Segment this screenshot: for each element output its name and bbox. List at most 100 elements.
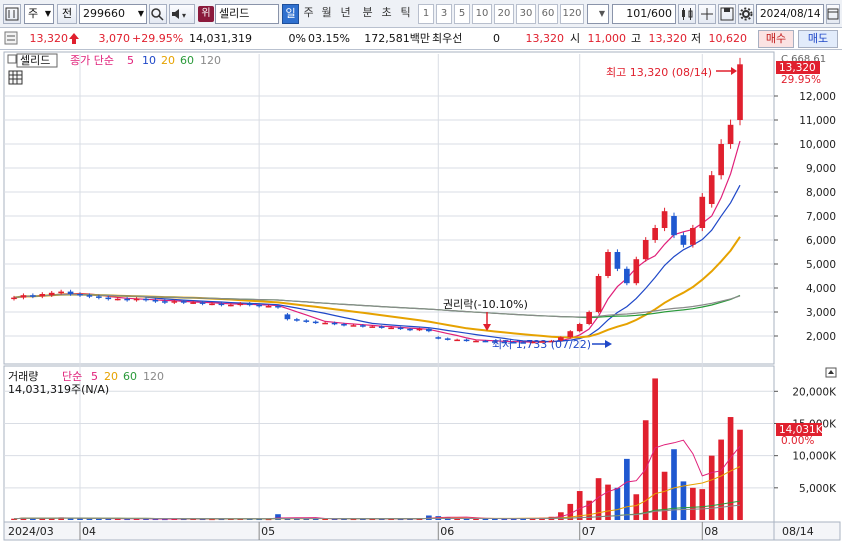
candle-body	[416, 328, 423, 331]
candle-body	[133, 298, 140, 301]
legend-ma60: 60	[180, 54, 194, 67]
settings-icon[interactable]	[4, 31, 22, 47]
low-annotation: 최저 1,733 (07/22)	[492, 338, 591, 351]
candle-icon[interactable]	[678, 4, 696, 24]
save-icon[interactable]	[718, 4, 736, 24]
period-tab-second[interactable]: 초	[378, 4, 395, 24]
period-tab-day[interactable]: 일	[282, 4, 299, 24]
candle-body	[737, 64, 743, 120]
interval-5[interactable]: 5	[454, 4, 470, 24]
candle-body	[341, 324, 347, 326]
interval-custom-select[interactable]: ▼	[587, 4, 609, 24]
code-input[interactable]: 299660 ▼	[79, 4, 147, 24]
volume-legend-head: 단순	[62, 370, 82, 383]
calendar-icon[interactable]	[826, 4, 840, 24]
candle-body	[303, 320, 310, 322]
volume-value-label: 14,031,319주(N/A)	[8, 383, 109, 396]
candle-body	[48, 292, 55, 296]
volume-bar	[86, 518, 93, 520]
volume-bar	[633, 494, 640, 520]
price-tick-label: 10,000	[799, 139, 836, 151]
high-price: 13,320	[648, 32, 688, 45]
candle-body	[567, 331, 574, 338]
sell-button[interactable]: 매도	[798, 30, 838, 48]
candle-body	[190, 302, 196, 304]
candle-body	[58, 291, 64, 294]
warning-badge: 위	[198, 6, 214, 22]
candle-body	[463, 339, 470, 342]
interval-20[interactable]: 20	[494, 4, 514, 24]
price-tick-label: 12,000	[799, 91, 836, 103]
date-field[interactable]: 2024/08/14	[756, 4, 824, 24]
crosshair-icon[interactable]	[698, 4, 716, 24]
panel-close-icon[interactable]	[825, 367, 837, 378]
candle-body	[454, 339, 460, 342]
period-tab-month[interactable]: 월	[318, 4, 335, 24]
candle-body	[114, 298, 121, 301]
period-tab-tick[interactable]: 틱	[397, 4, 414, 24]
gear-icon[interactable]	[738, 4, 754, 24]
legend-ma10: 10	[142, 54, 156, 67]
low-price: 10,620	[708, 32, 748, 45]
candle-body	[360, 325, 366, 327]
period-tab-year[interactable]: 년	[337, 4, 354, 24]
volume-bar	[661, 471, 668, 520]
interval-10[interactable]: 10	[472, 4, 492, 24]
candle-body	[124, 298, 130, 301]
interval-60[interactable]: 60	[538, 4, 558, 24]
change-percent: +29.95%	[132, 32, 184, 45]
candle-body	[633, 259, 640, 284]
volume-panel	[3, 365, 775, 523]
x-tick-label: 2024/03	[8, 525, 54, 538]
sound-icon[interactable]: ▾	[169, 4, 195, 24]
candle-body	[30, 295, 36, 297]
volume-bar	[727, 417, 734, 520]
high-annotation: 최고 13,320 (08/14)	[606, 66, 712, 79]
high-label: 고	[631, 32, 642, 45]
candle-body	[426, 328, 432, 332]
candle-body	[690, 228, 696, 245]
candle-body	[576, 324, 583, 332]
candle-body	[642, 240, 649, 260]
volume-bar	[605, 484, 611, 520]
candle-body	[218, 303, 225, 306]
period-tab-minute[interactable]: 분	[359, 4, 376, 24]
candle-body	[246, 303, 253, 306]
interval-120[interactable]: 120	[560, 4, 584, 24]
period-tab-week[interactable]: 주	[300, 4, 317, 24]
volume-value: 14,031,319	[189, 32, 252, 45]
chart-svg[interactable]: 12,000 11,000 10,000 9,000 8,000 7,000 6,000 5,…	[0, 50, 842, 543]
interval-3[interactable]: 3	[436, 4, 452, 24]
count-field[interactable]: 101/600	[612, 4, 676, 24]
candle-body	[96, 296, 102, 298]
change-amount: 3,070	[98, 32, 131, 45]
jeon-button[interactable]: 전	[57, 4, 77, 24]
open-label: 시	[570, 32, 581, 45]
candle-body	[350, 325, 357, 327]
candle-body	[11, 297, 17, 300]
chart-type-icon[interactable]	[3, 4, 21, 24]
candle-body	[105, 297, 112, 300]
quote-bar: 13,320 3,070 +29.95% 14,031,319 0% 03.15…	[0, 28, 842, 50]
stock-name-field[interactable]: 셀리드	[215, 4, 279, 24]
candle-body	[152, 300, 159, 302]
type-select[interactable]: 주 ▼	[24, 4, 54, 24]
panel-menu-icon[interactable]	[7, 54, 17, 64]
search-icon[interactable]	[149, 4, 167, 24]
interval-30[interactable]: 30	[516, 4, 536, 24]
chart-area[interactable]: 12,000 11,000 10,000 9,000 8,000 7,000 6,000 5,…	[0, 50, 842, 543]
grid-toggle-icon[interactable]	[8, 70, 23, 85]
interval-1[interactable]: 1	[418, 4, 434, 24]
candle-body	[284, 314, 291, 320]
buy-button[interactable]: 매수	[758, 30, 794, 48]
candle-body	[86, 295, 93, 297]
trade-amount: 172,581백만	[364, 32, 430, 45]
code-value: 299660	[83, 7, 125, 20]
candle-body	[228, 304, 234, 307]
candle-body	[444, 338, 451, 340]
volume-bar	[708, 455, 715, 520]
price-tick-label: 4,000	[806, 283, 836, 295]
candle-body	[237, 303, 244, 306]
stock-chart-window: 주 ▼ 전 299660 ▼ ▾ 위 셀리드 일 주 월 년 분 초 틱 1 3…	[0, 0, 842, 543]
candle-body	[699, 196, 706, 228]
